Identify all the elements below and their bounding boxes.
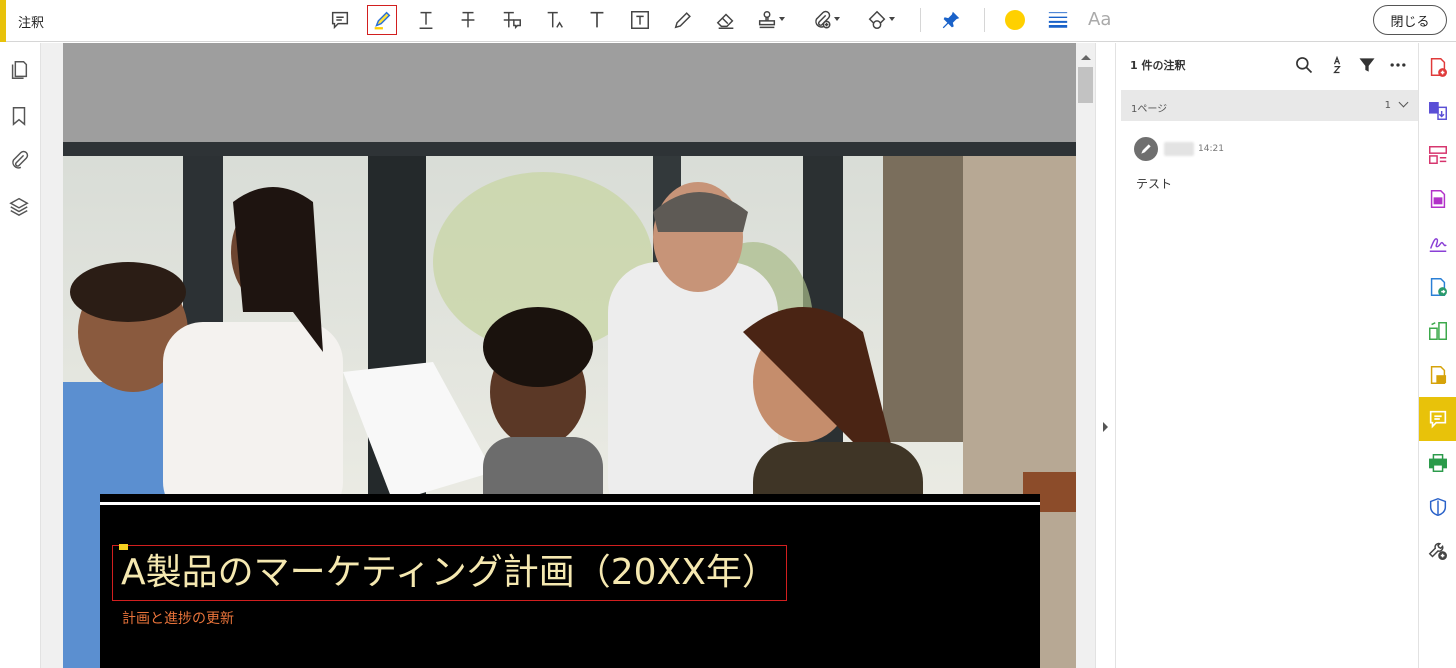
replace-text-icon[interactable] — [497, 5, 527, 35]
attachment-icon[interactable] — [8, 149, 30, 171]
insert-text-icon[interactable] — [540, 5, 570, 35]
mode-accent-bar — [0, 0, 6, 42]
layers-icon[interactable] — [8, 195, 30, 217]
document-title[interactable]: A製品のマーケティング計画（20XX年） — [112, 545, 787, 601]
chevron-down-icon[interactable] — [1398, 97, 1409, 108]
organize-pages-icon[interactable] — [1419, 133, 1456, 177]
underline-text-icon[interactable] — [411, 5, 441, 35]
line-weight-icon[interactable] — [1043, 5, 1073, 35]
scroll-thumb[interactable] — [1078, 67, 1093, 103]
toolbar-separator — [984, 8, 985, 32]
comments-panel: 1 件の注釈 1ページ 1 14:21 テスト — [1115, 43, 1419, 668]
highlight-avatar-icon — [1134, 137, 1158, 161]
document-view[interactable]: A製品のマーケティング計画（20XX年） 計画と進捗の更新 — [41, 43, 1095, 668]
sort-icon[interactable] — [1327, 55, 1347, 75]
collapse-right-pane-icon[interactable] — [1103, 422, 1108, 432]
pencil-icon[interactable] — [668, 5, 698, 35]
send-for-review-icon[interactable] — [1419, 265, 1456, 309]
page-group-count: 1 — [1384, 100, 1391, 111]
scroll-up-icon[interactable] — [1081, 55, 1091, 60]
stamp-icon[interactable] — [752, 5, 785, 35]
strikethrough-text-icon[interactable] — [453, 5, 483, 35]
combine-files-icon[interactable] — [1419, 89, 1456, 133]
panel-divider — [1095, 43, 1115, 668]
comment-author-redacted — [1164, 142, 1194, 156]
comment-text: テスト — [1136, 177, 1173, 191]
add-text-icon[interactable] — [582, 5, 612, 35]
toolbar-separator — [920, 8, 921, 32]
more-options-icon[interactable] — [1388, 55, 1408, 75]
vertical-scrollbar[interactable] — [1076, 43, 1095, 668]
more-tools-icon[interactable] — [1419, 529, 1456, 573]
comment-icon[interactable] — [1419, 397, 1456, 441]
document-subtitle: 計画と進捗の更新 — [122, 611, 234, 627]
pdf-page: A製品のマーケティング計画（20XX年） 計画と進捗の更新 — [63, 43, 1076, 668]
export-doc-icon[interactable] — [1419, 353, 1456, 397]
comment-item[interactable]: 14:21 テスト — [1134, 137, 1404, 197]
page-header-band — [63, 43, 1076, 142]
left-navigation-pane — [0, 43, 41, 668]
top-toolbar: 注釈 Aa 閉じる — [0, 0, 1456, 42]
comment-marker-icon[interactable] — [119, 544, 128, 550]
protect-icon[interactable] — [1419, 485, 1456, 529]
mode-title: 注釈 — [18, 16, 45, 31]
print-production-icon[interactable] — [1419, 441, 1456, 485]
highlight-pen-icon[interactable] — [367, 5, 397, 35]
page-group-label: 1ページ — [1131, 104, 1168, 115]
edit-pdf-icon[interactable] — [1419, 309, 1456, 353]
fill-sign-icon[interactable] — [1419, 221, 1456, 265]
tools-rail — [1418, 43, 1456, 668]
eraser-icon[interactable] — [711, 5, 741, 35]
title-box-rule — [100, 502, 1040, 505]
create-pdf-icon[interactable] — [1419, 45, 1456, 89]
sticky-note-icon[interactable] — [325, 5, 355, 35]
pages-icon[interactable] — [8, 59, 30, 81]
attach-file-icon[interactable] — [807, 5, 840, 35]
comment-time: 14:21 — [1198, 144, 1224, 154]
bookmark-icon[interactable] — [8, 105, 30, 127]
text-box-icon[interactable] — [625, 5, 655, 35]
color-picker-swatch[interactable] — [1005, 10, 1025, 30]
pin-icon[interactable] — [936, 5, 966, 35]
title-slide-box: A製品のマーケティング計画（20XX年） 計画と進捗の更新 — [100, 494, 1040, 668]
comment-count: 1 件の注釈 — [1130, 59, 1186, 72]
font-size-icon[interactable]: Aa — [1088, 9, 1111, 30]
search-icon[interactable] — [1294, 55, 1314, 75]
filter-icon[interactable] — [1357, 55, 1377, 75]
shapes-icon[interactable] — [862, 5, 895, 35]
export-pdf-icon[interactable] — [1419, 177, 1456, 221]
close-button[interactable]: 閉じる — [1373, 5, 1447, 35]
page-group-header[interactable]: 1ページ 1 — [1121, 90, 1419, 121]
